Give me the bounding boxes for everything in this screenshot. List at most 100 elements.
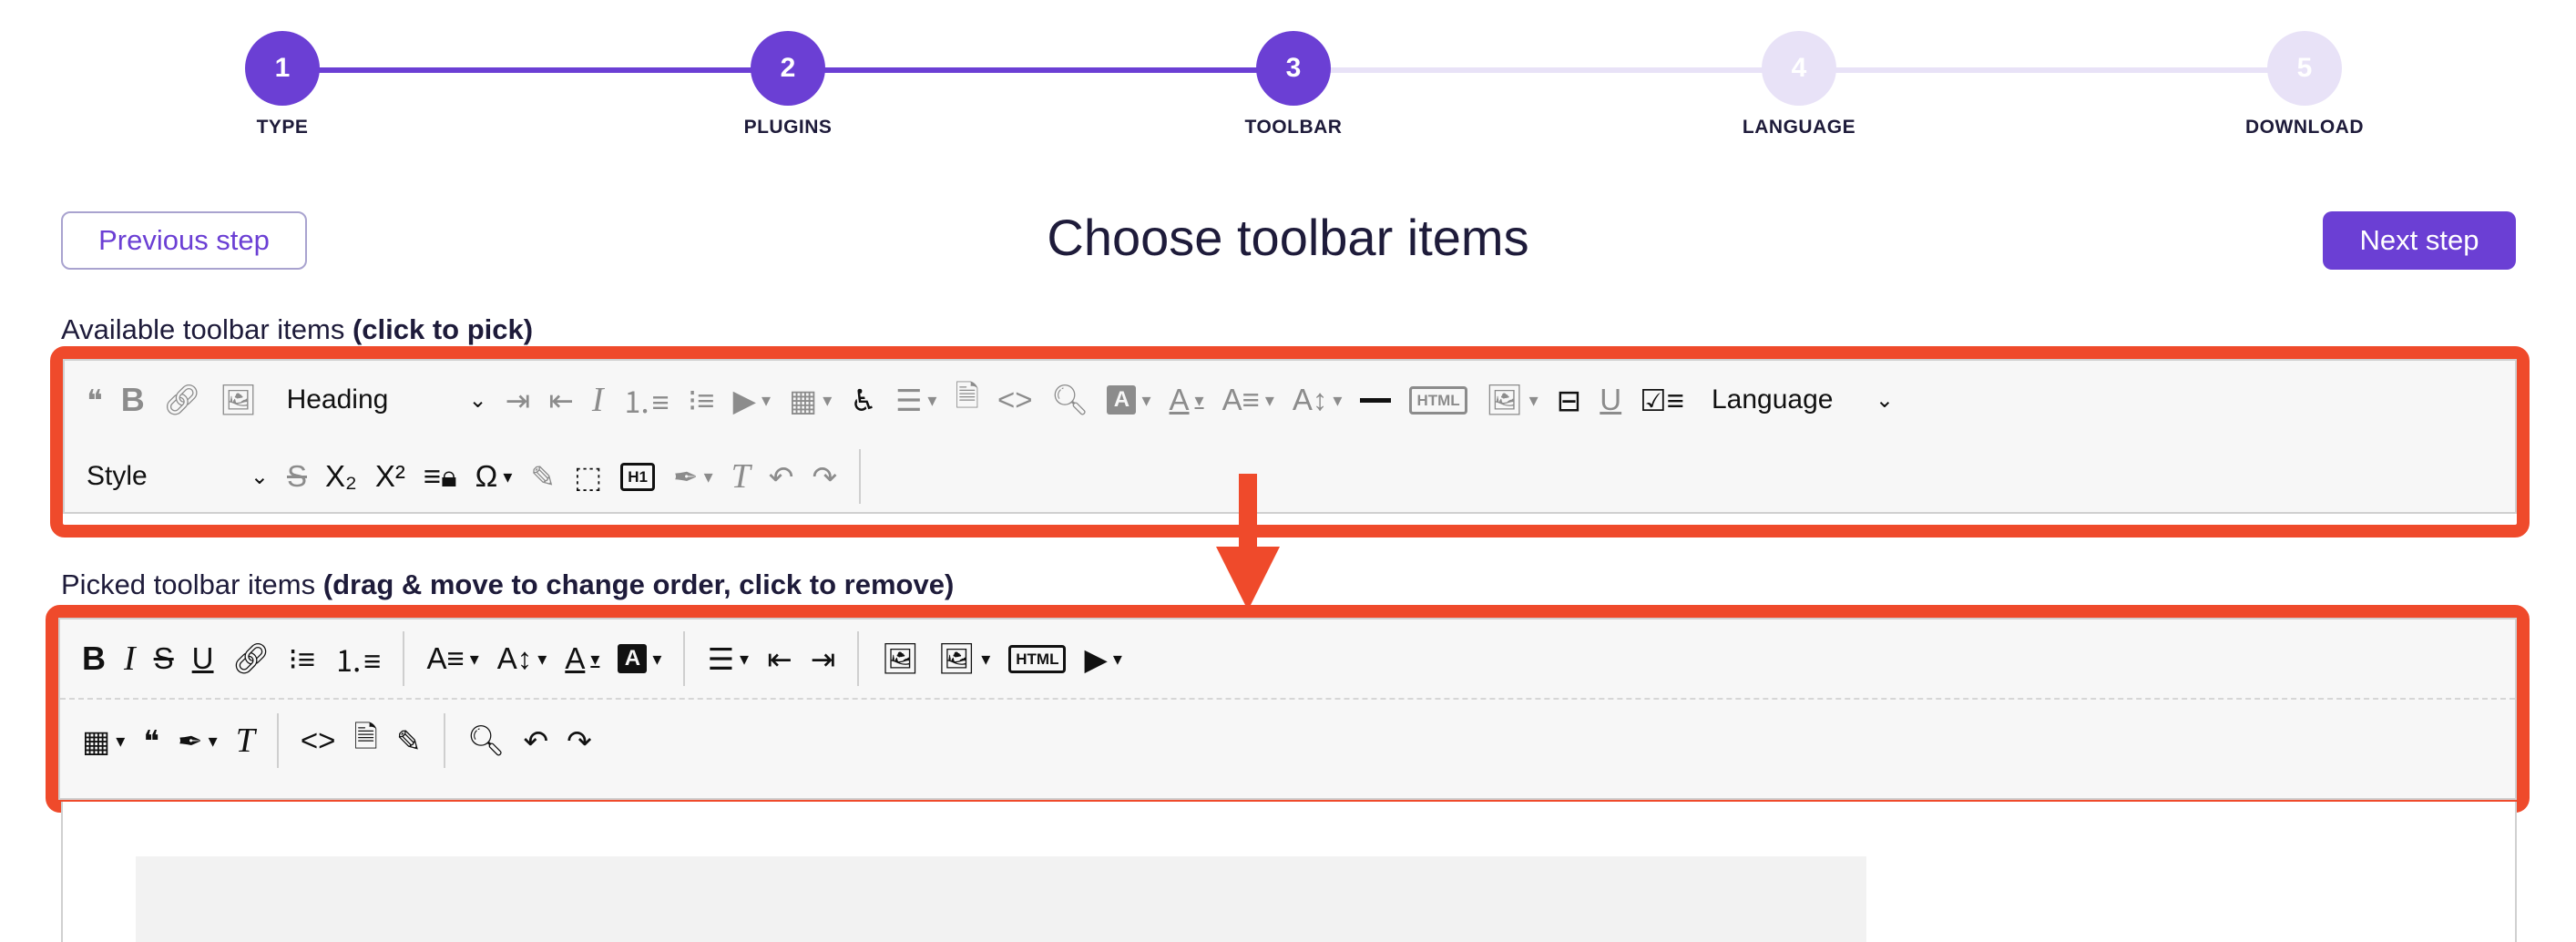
table-icon[interactable]: ▦ ▾ bbox=[73, 709, 134, 773]
highlight-background-icon[interactable]: A ▾ bbox=[1098, 368, 1160, 432]
bold-icon[interactable]: B bbox=[112, 368, 154, 432]
code-icon[interactable]: <> bbox=[988, 368, 1042, 432]
toolbar-separator bbox=[859, 449, 862, 504]
highlight-marker-icon[interactable]: ✒ ▾ bbox=[169, 709, 227, 773]
heading-h1-text: H1 bbox=[620, 462, 655, 491]
special-characters-icon[interactable]: Ω ▾ bbox=[466, 445, 522, 508]
media-embed-icon[interactable]: ▶ ▾ bbox=[724, 368, 780, 432]
outdent-icon[interactable]: ⇤ bbox=[758, 627, 802, 691]
available-toolbar: ❝ B 🔗︎ 🖼︎ Heading ⌄ ⇥ ⇤ I ⒈≡ ⁝≡ ▶ ▾ ▦ ▾ ♿︎… bbox=[63, 359, 2517, 514]
font-size-icon[interactable]: A↕ ▾ bbox=[1283, 368, 1352, 432]
image-insert-icon[interactable]: 🖼︎ ▾ bbox=[1477, 368, 1548, 432]
style-dropdown[interactable]: Style ⌄ bbox=[77, 445, 278, 508]
select-all-icon[interactable]: ⬚ bbox=[565, 445, 611, 508]
underline-icon[interactable]: U bbox=[183, 627, 223, 691]
down-arrow-annotation bbox=[1216, 474, 1280, 610]
html-embed-icon[interactable]: HTML bbox=[1400, 368, 1476, 432]
step-type[interactable]: 1 TYPE bbox=[182, 31, 383, 138]
font-color-icon[interactable]: A ▾ bbox=[1160, 368, 1213, 432]
heading-h1-icon[interactable]: H1 bbox=[611, 445, 664, 508]
font-color-icon[interactable]: A ▾ bbox=[556, 627, 608, 691]
step-number: 2 bbox=[751, 31, 825, 106]
bulleted-list-icon[interactable]: ⁝≡ bbox=[679, 368, 724, 432]
ckeditor-builder-page: 1 TYPE 2 PLUGINS 3 TOOLBAR 4 LANGUAGE 5 … bbox=[0, 0, 2576, 942]
style-dropdown-label: Style bbox=[87, 461, 148, 491]
horizontal-line-icon[interactable] bbox=[1351, 368, 1400, 432]
strikethrough-icon[interactable]: S bbox=[278, 445, 316, 508]
numbered-list-icon[interactable]: ⒈≡ bbox=[324, 627, 390, 691]
strikethrough-icon[interactable]: S bbox=[145, 627, 183, 691]
numbered-list-icon[interactable]: ⒈≡ bbox=[613, 368, 679, 432]
font-family-icon[interactable]: A≡ ▾ bbox=[1213, 368, 1283, 432]
source-editing-icon[interactable]: 🗎︎ bbox=[946, 368, 988, 432]
available-label-hint: (click to pick) bbox=[352, 313, 534, 345]
html-embed-icon[interactable]: HTML bbox=[999, 627, 1075, 691]
available-items-label: Available toolbar items (click to pick) bbox=[61, 313, 533, 346]
indent-icon[interactable]: ⇥ bbox=[496, 368, 540, 432]
link-icon[interactable]: 🔗︎ bbox=[223, 627, 280, 691]
highlight-background-icon[interactable]: A ▾ bbox=[608, 627, 670, 691]
remove-format-icon[interactable]: T bbox=[722, 445, 760, 508]
blockquote-icon[interactable]: ❝ bbox=[77, 368, 112, 432]
blockquote-icon[interactable]: ❝ bbox=[134, 709, 169, 773]
undo-icon[interactable]: ↶ bbox=[760, 445, 803, 508]
image-icon[interactable]: 🖼︎ bbox=[872, 627, 928, 691]
toolbar-separator bbox=[683, 631, 686, 686]
indent-icon[interactable]: ⇥ bbox=[802, 627, 845, 691]
step-toolbar[interactable]: 3 TOOLBAR bbox=[1193, 31, 1394, 138]
picked-items-label: Picked toolbar items (drag & move to cha… bbox=[61, 568, 954, 601]
page-title: Choose toolbar items bbox=[1047, 209, 1529, 266]
link-icon[interactable]: 🔗︎ bbox=[154, 368, 210, 432]
step-label: DOWNLOAD bbox=[2245, 117, 2364, 138]
table-icon[interactable]: ▦ ▾ bbox=[780, 368, 841, 432]
accessibility-icon[interactable]: ♿︎ bbox=[841, 368, 886, 432]
chevron-down-icon: ⌄ bbox=[1875, 387, 1894, 413]
picked-toolbar: B I S U 🔗︎ ⁝≡ ⒈≡ A≡ ▾ A↕ ▾ A ▾ A ▾ ☰ ▾ ⇤ ⇥ 🖼︎… bbox=[58, 618, 2517, 800]
language-dropdown[interactable]: Language ⌄ bbox=[1702, 368, 1903, 432]
step-plugins[interactable]: 2 PLUGINS bbox=[688, 31, 888, 138]
redo-icon[interactable]: ↷ bbox=[557, 709, 601, 773]
bold-icon[interactable]: B bbox=[73, 627, 115, 691]
outdent-icon[interactable]: ⇤ bbox=[539, 368, 583, 432]
font-family-icon[interactable]: A≡ ▾ bbox=[417, 627, 487, 691]
font-size-icon[interactable]: A↕ ▾ bbox=[488, 627, 557, 691]
picked-row-1: B I S U 🔗︎ ⁝≡ ⒈≡ A≡ ▾ A↕ ▾ A ▾ A ▾ ☰ ▾ ⇤ ⇥ 🖼︎… bbox=[60, 619, 1131, 698]
html-embed-text: HTML bbox=[1409, 385, 1467, 415]
todo-list-icon[interactable]: ☑≡ bbox=[1630, 368, 1693, 432]
redo-icon[interactable]: ↷ bbox=[802, 445, 846, 508]
code-icon[interactable]: <> bbox=[291, 709, 345, 773]
highlight-marker-icon[interactable]: ✒ ▾ bbox=[664, 445, 722, 508]
next-step-button[interactable]: Next step bbox=[2323, 211, 2516, 270]
italic-icon[interactable]: I bbox=[115, 627, 145, 691]
alignment-icon[interactable]: ☰ ▾ bbox=[886, 368, 946, 432]
source-edit-pencil-icon[interactable]: ✎ bbox=[387, 709, 431, 773]
find-replace-icon[interactable]: 🔍︎ bbox=[1042, 368, 1099, 432]
step-label: TOOLBAR bbox=[1244, 117, 1343, 138]
step-language[interactable]: 4 LANGUAGE bbox=[1699, 31, 1899, 138]
picked-row-2: ▦ ▾ ❝ ✒ ▾ T <> 🗎︎ ✎ 🔍︎ ↶ ↷ bbox=[60, 701, 601, 780]
page-break-icon[interactable]: ⊟ bbox=[1548, 368, 1591, 432]
step-label: PLUGINS bbox=[743, 117, 833, 138]
media-embed-icon[interactable]: ▶ ▾ bbox=[1075, 627, 1130, 691]
restricted-editing-icon[interactable]: ≡🔒︎ bbox=[414, 445, 466, 508]
undo-icon[interactable]: ↶ bbox=[515, 709, 558, 773]
image-icon[interactable]: 🖼︎ bbox=[210, 368, 267, 432]
chevron-down-icon: ⌄ bbox=[250, 464, 269, 489]
step-download[interactable]: 5 DOWNLOAD bbox=[2204, 31, 2405, 138]
step-number: 1 bbox=[245, 31, 320, 106]
alignment-icon[interactable]: ☰ ▾ bbox=[698, 627, 758, 691]
heading-dropdown[interactable]: Heading ⌄ bbox=[278, 368, 496, 432]
image-insert-icon[interactable]: 🖼︎ ▾ bbox=[928, 627, 999, 691]
remove-format-icon[interactable]: T bbox=[227, 709, 264, 773]
find-replace-icon[interactable]: 🔍︎ bbox=[458, 709, 515, 773]
bulleted-list-icon[interactable]: ⁝≡ bbox=[279, 627, 324, 691]
source-editing-icon[interactable]: 🗎︎ bbox=[344, 709, 387, 773]
picked-label-hint: (drag & move to change order, click to r… bbox=[322, 568, 955, 600]
italic-icon[interactable]: I bbox=[583, 368, 613, 432]
superscript-icon[interactable]: X² bbox=[366, 445, 414, 508]
underline-icon[interactable]: U bbox=[1590, 368, 1630, 432]
source-edit-pencil-icon[interactable]: ✎ bbox=[521, 445, 565, 508]
html-embed-text: HTML bbox=[1008, 644, 1067, 673]
subscript-icon[interactable]: X₂ bbox=[316, 445, 366, 508]
editor-preview[interactable] bbox=[61, 802, 2517, 942]
